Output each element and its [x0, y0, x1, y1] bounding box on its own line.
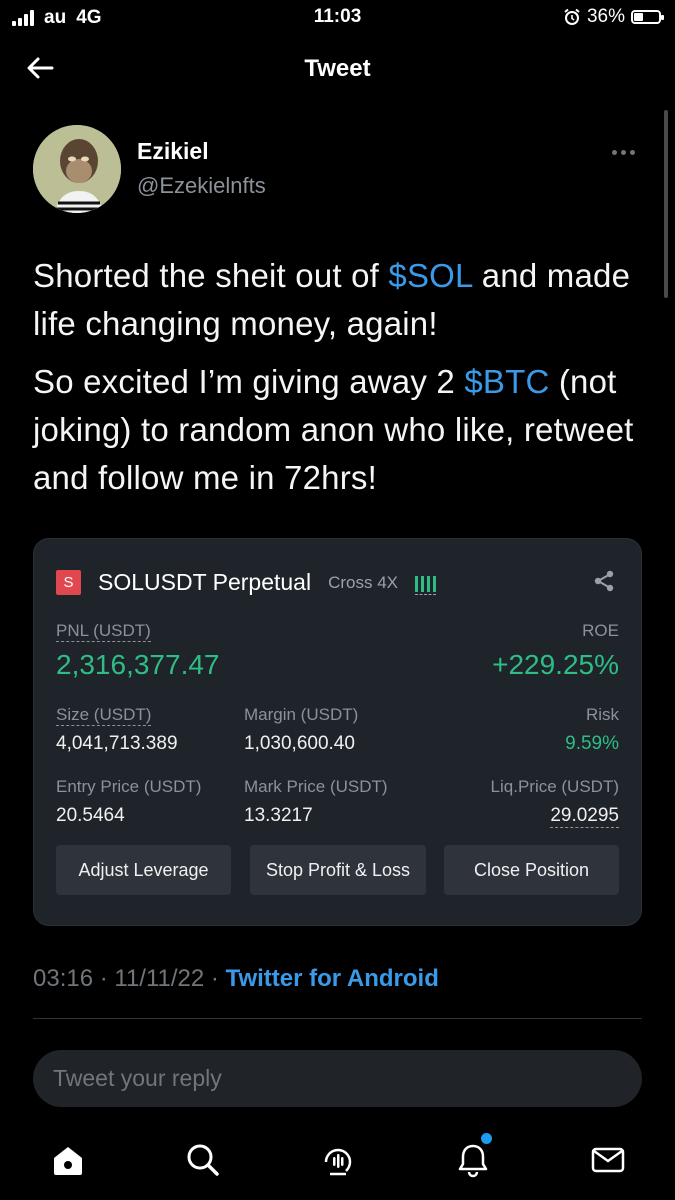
liq-price-label: Liq.Price (USDT): [490, 777, 619, 796]
tweet-date: 11/11/22: [114, 965, 205, 992]
entry-price-value: 20.5464: [56, 805, 125, 826]
tweet-meta: 03:16 · 11/11/22 · Twitter for Android: [33, 965, 439, 993]
leverage-bars-icon: [415, 570, 436, 595]
pnl-label: PNL (USDT): [56, 621, 151, 642]
tweet-text: Shorted the sheit out of $SOL and made l…: [33, 252, 643, 512]
avatar[interactable]: [33, 125, 121, 213]
reply-placeholder: Tweet your reply: [53, 1065, 222, 1091]
home-icon[interactable]: [48, 1140, 88, 1180]
battery-percent: 36%: [586, 6, 625, 27]
divider: [33, 1018, 642, 1019]
source-app-link[interactable]: Twitter for Android: [226, 965, 439, 992]
cashtag-sol[interactable]: $SOL: [388, 257, 472, 294]
spaces-icon[interactable]: [318, 1140, 358, 1180]
card-header: S SOLUSDT Perpetual Cross 4X: [56, 569, 436, 596]
share-icon: [594, 570, 614, 592]
tweet-paragraph-2: So excited I’m giving away 2 $BTC (not j…: [33, 358, 643, 502]
status-bar: au 4G 11:03 36%: [0, 0, 675, 36]
tweet-paragraph-1: Shorted the sheit out of $SOL and made l…: [33, 252, 643, 348]
page-title: Tweet: [304, 55, 371, 82]
scrollbar[interactable]: [664, 110, 668, 298]
tweet-text-segment: Shorted the sheit out of: [33, 257, 389, 294]
liq-price-value: 29.0295: [550, 805, 619, 828]
bottom-nav: [0, 1130, 675, 1190]
top-bar: Tweet: [0, 40, 675, 98]
entry-price-label: Entry Price (USDT): [56, 777, 202, 796]
roe-label: ROE: [582, 621, 619, 640]
author-handle[interactable]: @Ezekielnfts: [137, 173, 266, 199]
mark-price-label: Mark Price (USDT): [244, 777, 388, 796]
risk-value: 9.59%: [565, 733, 619, 754]
risk-label: Risk: [585, 705, 619, 724]
symbol-badge: S: [56, 570, 81, 595]
close-position-button: Close Position: [444, 845, 619, 895]
symbol-name: SOLUSDT Perpetual: [98, 569, 312, 595]
separator: ·: [93, 965, 115, 992]
stop-profit-loss-button: Stop Profit & Loss: [250, 845, 426, 895]
author-name[interactable]: Ezikiel: [137, 138, 209, 165]
margin-label: Margin (USDT): [244, 705, 359, 724]
roe-value: +229.25%: [492, 649, 619, 680]
cashtag-btc[interactable]: $BTC: [464, 363, 549, 400]
status-right: 36%: [563, 6, 664, 28]
ape-avatar-image: [33, 125, 121, 213]
messages-icon[interactable]: [588, 1140, 628, 1180]
margin-value: 1,030,600.40: [244, 733, 355, 754]
pnl-value: 2,316,377.47: [56, 649, 220, 680]
alarm-icon: [564, 8, 580, 25]
mark-price-value: 13.3217: [244, 805, 313, 826]
size-label: Size (USDT): [56, 705, 152, 726]
more-horizontal-icon[interactable]: [612, 144, 642, 160]
notification-badge: [481, 1133, 492, 1144]
search-icon[interactable]: [183, 1140, 223, 1180]
reply-input[interactable]: Tweet your reply: [33, 1050, 642, 1107]
adjust-leverage-button: Adjust Leverage: [56, 845, 231, 895]
battery-icon: [631, 10, 664, 24]
notifications-icon[interactable]: [453, 1140, 493, 1180]
separator: ·: [204, 965, 226, 992]
tweet-time: 03:16: [33, 965, 94, 992]
tweet-text-segment: So excited I’m giving away 2: [33, 363, 465, 400]
margin-mode: Cross 4X: [328, 572, 398, 592]
position-card-image[interactable]: S SOLUSDT Perpetual Cross 4X PNL (USDT) …: [33, 538, 642, 926]
size-value: 4,041,713.389: [56, 733, 178, 754]
